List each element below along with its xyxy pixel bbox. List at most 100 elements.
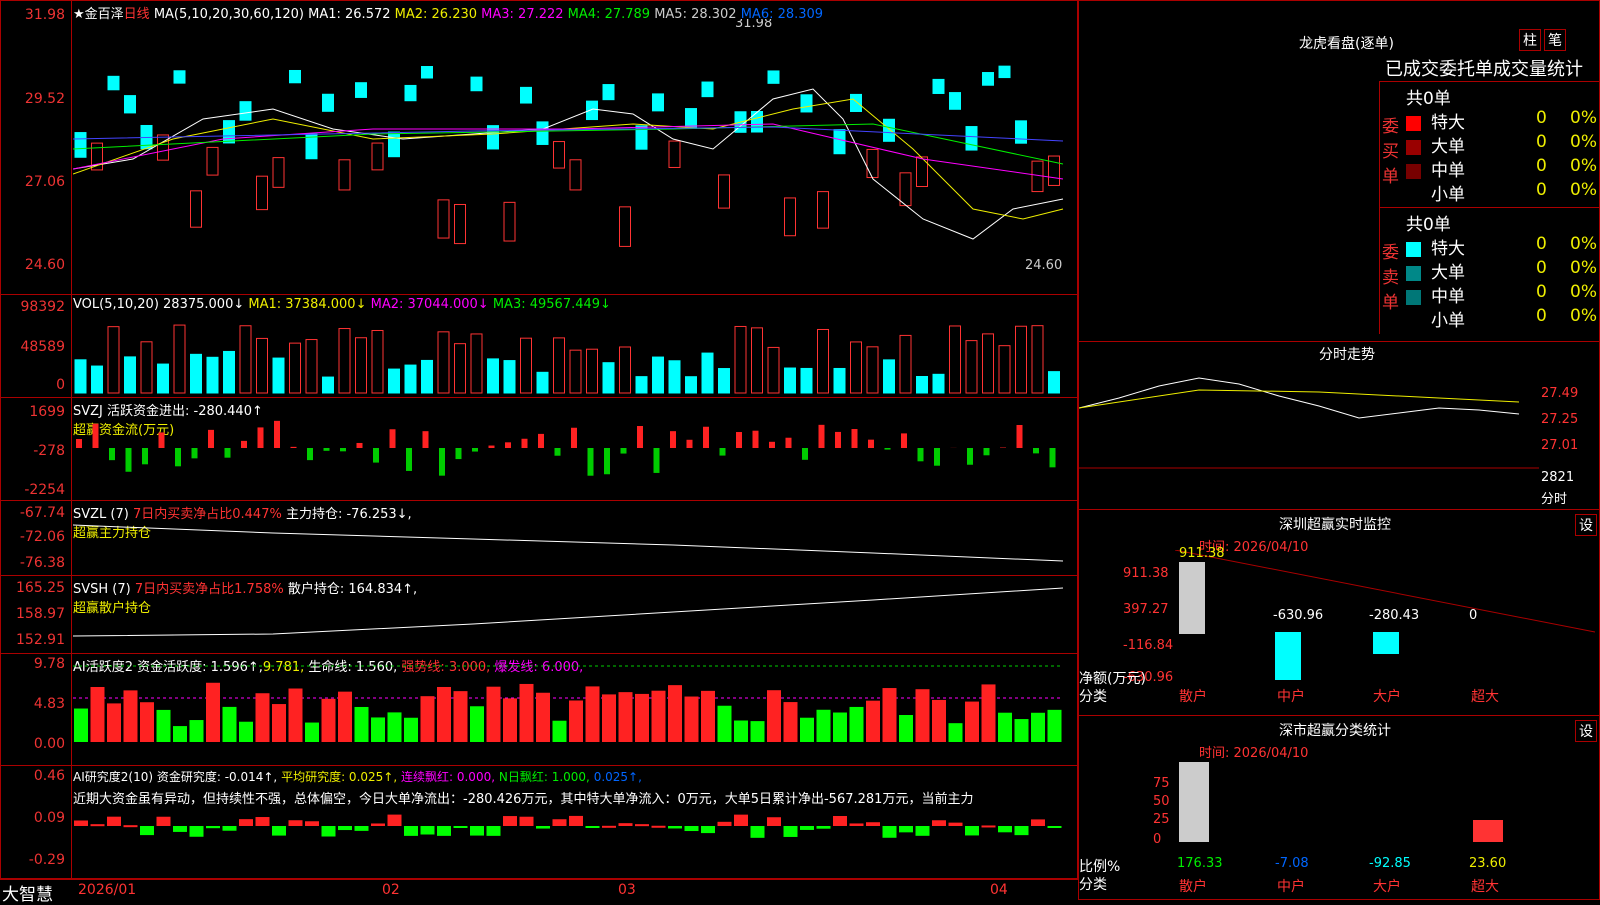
- chart-mark: [173, 726, 187, 742]
- row-label: 中单: [1431, 287, 1465, 307]
- color-swatch: [1406, 242, 1421, 257]
- chart-mark: [752, 112, 763, 133]
- chart-mark: [191, 191, 202, 227]
- svzl-axis: -67.74 -72.06 -76.38: [1, 501, 72, 575]
- chart-mark: [1016, 326, 1027, 393]
- chart-mark: [800, 826, 814, 830]
- cls-val: -92.85: [1369, 856, 1411, 871]
- ai1-panel[interactable]: 9.78 4.83 0.00 AI活跃度2 资金活跃度: 1.596↑,9.78…: [0, 654, 1078, 766]
- chart-mark: [701, 826, 715, 833]
- kline-panel[interactable]: 31.98 29.52 27.06 24.60 ★金百泽日线 MA(5,10,2…: [0, 0, 1078, 295]
- color-swatch: [1406, 140, 1421, 155]
- date-label: 03: [618, 882, 636, 898]
- chart-mark: [916, 826, 930, 836]
- chart-mark: [767, 690, 781, 742]
- chart-mark: [965, 826, 979, 835]
- chart-mark: [866, 822, 880, 826]
- svzl-chart: [73, 501, 1073, 573]
- row-count: 0: [1536, 156, 1547, 176]
- chart-mark: [437, 826, 451, 836]
- chart-mark: [653, 94, 664, 111]
- chart-mark: [174, 71, 185, 83]
- cls-ratio: 比例%: [1079, 856, 1120, 876]
- chart-mark: [339, 160, 350, 190]
- chart-mark: [983, 73, 994, 86]
- row-label: 中单: [1431, 161, 1465, 181]
- ai2-title: AI研究度2(10) 资金研究度: -0.014↑, 平均研究度: 0.025↑…: [73, 768, 642, 785]
- chart-mark: [686, 377, 697, 393]
- chart-mark: [950, 93, 961, 110]
- chart-mark: [571, 428, 577, 448]
- chart-mark: [405, 85, 416, 100]
- chart-mark: [404, 826, 418, 836]
- chart-mark: [785, 368, 796, 393]
- chart-mark: [125, 96, 136, 113]
- svsh-panel[interactable]: 165.25 158.97 152.91 SVSH (7) 7日内买卖净占比1.…: [0, 576, 1078, 654]
- chart-mark: [454, 691, 468, 742]
- chart-mark: [669, 141, 680, 167]
- chart-mark: [620, 347, 631, 393]
- chart-mark: [801, 95, 812, 112]
- sz-settings-button[interactable]: 设: [1575, 514, 1597, 536]
- chart-mark: [355, 707, 369, 742]
- chart-mark: [1032, 326, 1043, 393]
- buy-label: 委买单: [1382, 112, 1400, 187]
- cls-settings-button[interactable]: 设: [1575, 720, 1597, 742]
- chart-mark: [569, 700, 583, 742]
- buy-total: 共0单: [1406, 84, 1451, 109]
- fs-axis-label: 27.25: [1541, 412, 1578, 427]
- chart-mark: [604, 448, 610, 474]
- chart-mark: [371, 823, 385, 826]
- vol-panel[interactable]: 98392 48589 0 VOL(5,10,20) 28375.000↓ MA…: [0, 295, 1078, 398]
- chart-mark: [619, 692, 633, 742]
- lh-title: 龙虎看盘(逐单): [1299, 33, 1394, 53]
- sz-cat: 中户: [1277, 686, 1305, 706]
- ai2-panel[interactable]: 0.46 0.09 -0.29 AI研究度2(10) 资金研究度: -0.014…: [0, 766, 1078, 879]
- color-swatch: [1406, 266, 1421, 281]
- chart-mark: [206, 683, 220, 742]
- chart-mark: [701, 691, 715, 742]
- chart-mark: [157, 817, 171, 826]
- vol-ma3: MA3: 49567.449↓: [493, 297, 611, 312]
- chart-mark: [1017, 425, 1023, 448]
- tick-mode-button[interactable]: 笔: [1544, 29, 1566, 51]
- chart-mark: [322, 699, 336, 742]
- chart-mark: [93, 424, 99, 448]
- svzl-panel[interactable]: -67.74 -72.06 -76.38 SVZL (7) 7日内买卖净占比0.…: [0, 501, 1078, 576]
- chart-mark: [998, 713, 1012, 742]
- chart-mark: [224, 351, 235, 393]
- sz-cat-label: 分类: [1079, 686, 1107, 706]
- lh-panel: 龙虎看盘(逐单) 柱 笔 已成交委托单成交量统计 委买单 共0单 特大00%大单…: [1078, 0, 1600, 342]
- chart-mark: [109, 448, 115, 460]
- sz-panel[interactable]: 深圳超赢实时监控 设 时间: 2026/04/10 911.38 397.27 …: [1078, 510, 1600, 716]
- bar-mode-button[interactable]: 柱: [1519, 29, 1541, 51]
- axis-label: -0.29: [29, 852, 65, 868]
- fs-axis-label: 27.49: [1541, 386, 1578, 401]
- chart-mark: [272, 704, 286, 742]
- sz-bar: [1179, 562, 1205, 634]
- chart-mark: [92, 366, 103, 393]
- kline-chart[interactable]: 31.98 24.60: [73, 19, 1073, 289]
- cls-panel[interactable]: 深市超赢分类统计 设 时间: 2026/04/10 75 50 25 0 176…: [1078, 716, 1600, 900]
- chart-mark: [818, 192, 829, 229]
- svzj-panel[interactable]: 1699 -278 -2254 SVZJ 活跃资金进出: -280.440↑超赢…: [0, 398, 1078, 501]
- chart-mark: [422, 360, 433, 393]
- chart-mark: [91, 824, 105, 826]
- svg-text:24.60: 24.60: [1025, 258, 1062, 273]
- cls-cat: 中户: [1277, 876, 1305, 896]
- chart-mark: [124, 825, 138, 827]
- sz-cat: 超大: [1471, 686, 1499, 706]
- chart-mark: [917, 376, 928, 393]
- color-swatch: [1406, 188, 1421, 203]
- chart-mark: [158, 364, 169, 393]
- chart-mark: [851, 342, 862, 393]
- chart-mark: [654, 448, 660, 473]
- ai2-v5: 0.025↑,: [594, 770, 642, 784]
- fs-panel[interactable]: 分时走势 27.49 27.25 27.01 2821 分时: [1078, 342, 1600, 510]
- ai2-axis: 0.46 0.09 -0.29: [1, 766, 72, 878]
- chart-mark: [982, 825, 996, 827]
- chart-mark: [76, 439, 82, 448]
- chart-mark: [124, 690, 138, 742]
- chart-mark: [851, 94, 862, 111]
- chart-mark: [257, 338, 268, 393]
